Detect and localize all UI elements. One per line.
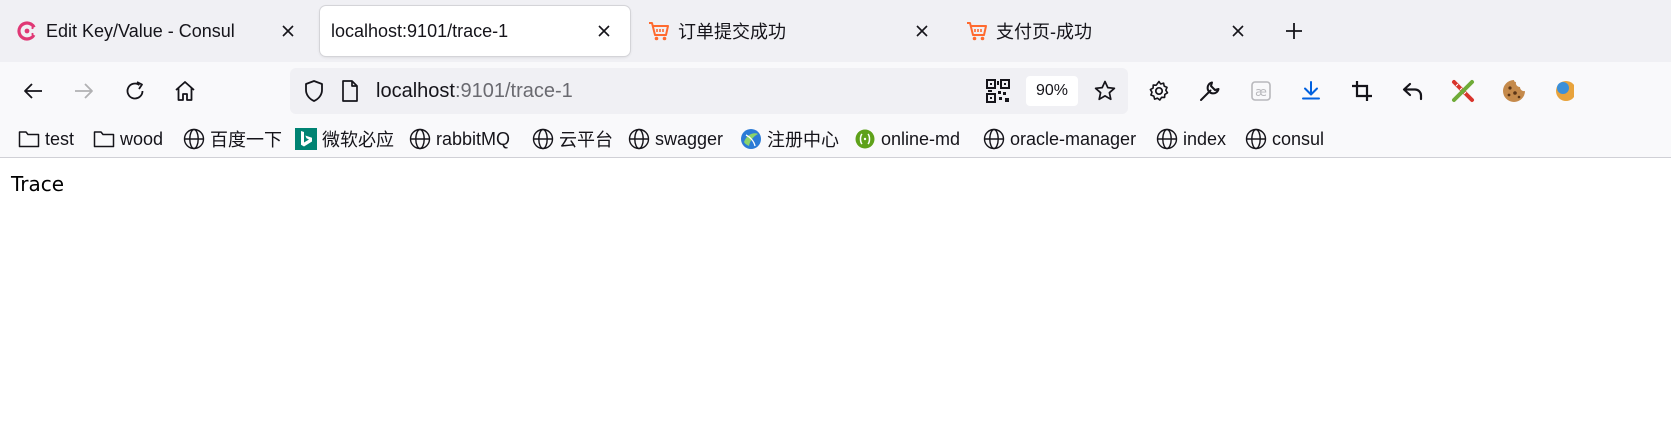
dictionary-icon: æ bbox=[1251, 81, 1271, 101]
bookmark-label: online-md bbox=[881, 128, 961, 149]
extension-partial-button[interactable] bbox=[1548, 74, 1574, 108]
ruler-extension-button[interactable] bbox=[1446, 74, 1480, 108]
globe-icon bbox=[409, 128, 431, 150]
extension-icon bbox=[1556, 81, 1574, 101]
reload-button[interactable] bbox=[118, 74, 152, 108]
globe-icon bbox=[1245, 128, 1267, 150]
bookmark-rabbitmq[interactable]: rabbitMQ bbox=[409, 125, 510, 153]
bookmark-label: 云平台 bbox=[559, 130, 613, 150]
bookmark-swagger[interactable]: swagger bbox=[628, 125, 723, 153]
folder-icon bbox=[18, 128, 40, 150]
shield-icon[interactable] bbox=[298, 75, 330, 107]
close-tab-icon[interactable] bbox=[276, 19, 300, 43]
tab-order-submitted[interactable]: 订单提交成功 bbox=[632, 6, 948, 56]
globe-icon bbox=[183, 128, 205, 150]
bookmark-consul[interactable]: consul bbox=[1245, 125, 1324, 153]
bookmark-label: index bbox=[1183, 128, 1227, 149]
bookmark-registry-center[interactable]: 注册中心 bbox=[740, 125, 839, 153]
tab-title: 支付页-成功 bbox=[996, 22, 1092, 42]
address-bar[interactable]: localhost:9101/trace-1 90% bbox=[290, 68, 1128, 114]
plus-icon bbox=[1286, 23, 1302, 39]
reload-icon bbox=[126, 81, 144, 100]
tab-payment-success[interactable]: 支付页-成功 bbox=[950, 6, 1264, 56]
wrench-icon bbox=[1200, 81, 1220, 101]
bookmark-online-md[interactable]: online-md bbox=[854, 125, 960, 153]
reader-extension-button[interactable]: æ bbox=[1244, 74, 1278, 108]
bookmark-label: consul bbox=[1272, 128, 1325, 149]
url-text[interactable]: localhost:9101/trace-1 bbox=[376, 80, 573, 103]
home-button[interactable] bbox=[168, 74, 202, 108]
folder-icon bbox=[93, 128, 115, 150]
tab-title: 订单提交成功 bbox=[678, 22, 786, 42]
globe-icon bbox=[1156, 128, 1178, 150]
back-button[interactable] bbox=[16, 74, 50, 108]
bookmark-label: 注册中心 bbox=[767, 130, 839, 150]
bookmark-label: wood bbox=[120, 128, 164, 149]
tab-consul[interactable]: Edit Key/Value - Consul bbox=[0, 6, 314, 56]
bookmarks-toolbar: test wood 百度一下 微软必应 rabbitMQ 云平台 swagger… bbox=[0, 120, 1671, 158]
globe-icon bbox=[628, 128, 650, 150]
cookie-icon bbox=[1503, 80, 1525, 102]
downloads-button[interactable] bbox=[1294, 74, 1328, 108]
bookmark-label: oracle-manager bbox=[1010, 128, 1137, 149]
page-icon[interactable] bbox=[336, 75, 364, 107]
bookmark-label: swagger bbox=[655, 128, 724, 149]
undo-arrow-icon bbox=[1402, 82, 1423, 101]
arrow-right-icon bbox=[75, 83, 93, 99]
navigation-toolbar: localhost:9101/trace-1 90% æ bbox=[0, 62, 1671, 120]
tab-trace[interactable]: localhost:9101/trace-1 bbox=[320, 6, 630, 56]
svg-text:æ: æ bbox=[1255, 85, 1267, 99]
consul-icon bbox=[16, 20, 38, 42]
screenshot-button[interactable] bbox=[1345, 74, 1379, 108]
devtools-button[interactable] bbox=[1193, 74, 1227, 108]
bookmark-oracle-manager[interactable]: oracle-manager bbox=[983, 125, 1136, 153]
bookmark-label: rabbitMQ bbox=[436, 128, 511, 149]
page-content: Trace bbox=[0, 159, 1671, 423]
spring-icon bbox=[740, 128, 762, 150]
bookmark-label: test bbox=[45, 128, 75, 149]
undo-extension-button[interactable] bbox=[1396, 74, 1430, 108]
globe-icon bbox=[983, 128, 1005, 150]
close-tab-icon[interactable] bbox=[592, 19, 616, 43]
download-icon bbox=[1302, 81, 1320, 100]
settings-button[interactable] bbox=[1142, 74, 1176, 108]
bing-icon bbox=[295, 128, 317, 150]
zoom-level-button[interactable]: 90% bbox=[1026, 76, 1078, 106]
close-tab-icon[interactable] bbox=[1226, 19, 1250, 43]
bookmark-folder-test[interactable]: test bbox=[18, 125, 74, 153]
gear-icon bbox=[1149, 80, 1169, 101]
tab-strip: Edit Key/Value - Consul localhost:9101/t… bbox=[0, 0, 1671, 62]
cookie-extension-button[interactable] bbox=[1497, 74, 1531, 108]
cross-ruler-icon bbox=[1452, 80, 1474, 102]
tab-title: localhost:9101/trace-1 bbox=[331, 20, 509, 41]
bookmark-cloud-platform[interactable]: 云平台 bbox=[532, 125, 613, 153]
bookmark-index[interactable]: index bbox=[1156, 125, 1226, 153]
bookmark-star-icon[interactable] bbox=[1090, 76, 1120, 106]
url-host: localhost bbox=[376, 80, 455, 102]
bookmark-label: 百度一下 bbox=[210, 130, 282, 150]
shopping-cart-icon bbox=[648, 20, 670, 42]
bookmark-folder-wood[interactable]: wood bbox=[93, 125, 163, 153]
forward-button[interactable] bbox=[67, 74, 101, 108]
arrow-left-icon bbox=[24, 83, 42, 99]
url-path: :9101/trace-1 bbox=[454, 80, 573, 102]
tab-title: Edit Key/Value - Consul bbox=[46, 20, 235, 41]
qr-code-icon[interactable] bbox=[985, 78, 1011, 104]
home-icon bbox=[175, 81, 195, 101]
globe-icon bbox=[532, 128, 554, 150]
bookmark-label: 微软必应 bbox=[322, 130, 394, 150]
bookmark-baidu[interactable]: 百度一下 bbox=[183, 125, 282, 153]
bookmark-bing[interactable]: 微软必应 bbox=[295, 125, 394, 153]
green-circle-icon bbox=[854, 128, 876, 150]
shopping-cart-icon bbox=[966, 20, 988, 42]
crop-icon bbox=[1352, 81, 1372, 101]
close-tab-icon[interactable] bbox=[910, 19, 934, 43]
new-tab-button[interactable] bbox=[1280, 17, 1308, 45]
page-heading: Trace bbox=[11, 172, 65, 196]
